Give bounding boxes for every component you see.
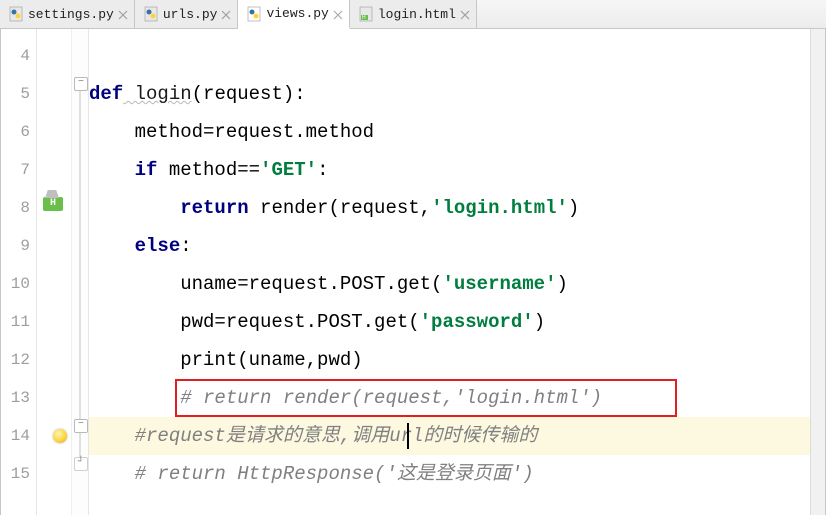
code-line: def login(request): [89,75,825,113]
line-number-gutter: 4 5 6 7 8 9 10 11 12 13 14 15 [1,29,37,515]
tab-settings[interactable]: settings.py [0,0,135,28]
line-number: 4 [1,37,36,75]
code-editor[interactable]: 4 5 6 7 8 9 10 11 12 13 14 15 H − − ┘ de… [0,29,826,515]
code-line: else: [89,227,825,265]
python-file-icon [8,6,24,22]
line-number: 15 [1,455,36,493]
html-file-icon: H [358,6,374,22]
line-number: 10 [1,265,36,303]
code-line-current: #request是请求的意思,调用url的时候传输的 [89,417,825,455]
line-number: 13 [1,379,36,417]
tab-bar: settings.py urls.py views.py H login.htm… [0,0,826,29]
close-icon[interactable] [118,9,128,19]
svg-text:H: H [362,15,366,21]
tab-label: views.py [266,6,328,21]
intention-bulb-icon[interactable] [53,429,67,443]
code-line: uname=request.POST.get('username') [89,265,825,303]
tab-login-html[interactable]: H login.html [350,0,477,28]
line-number: 9 [1,227,36,265]
fold-column: − − ┘ [72,29,89,515]
tab-label: settings.py [28,7,114,22]
fold-toggle-icon[interactable]: − [74,419,88,433]
tab-label: urls.py [163,7,218,22]
code-line: # return HttpResponse('这是登录页面') [89,455,825,493]
line-number: 11 [1,303,36,341]
line-number: 7 [1,151,36,189]
python-file-icon [246,6,262,22]
code-area[interactable]: def login(request): method=request.metho… [89,29,825,515]
line-number: 14 [1,417,36,455]
tab-urls[interactable]: urls.py [135,0,239,28]
line-number: 12 [1,341,36,379]
close-icon[interactable] [221,9,231,19]
code-line: pwd=request.POST.get('password') [89,303,825,341]
close-icon[interactable] [333,9,343,19]
html-reference-icon: H [43,197,63,211]
fold-toggle-icon[interactable]: − [74,77,88,91]
marker-column: H [37,29,72,515]
line-number: 5 [1,75,36,113]
code-line: if method=='GET': [89,151,825,189]
python-file-icon [143,6,159,22]
scrollbar-vertical[interactable] [810,29,825,515]
line-number: 8 [1,189,36,227]
close-icon[interactable] [460,9,470,19]
text-caret [407,423,409,449]
tab-label: login.html [378,7,456,22]
code-line: method=request.method [89,113,825,151]
code-line: # return render(request,'login.html') [89,379,825,417]
code-line: print(uname,pwd) [89,341,825,379]
tab-views[interactable]: views.py [238,0,349,29]
line-number: 6 [1,113,36,151]
code-line [89,37,825,75]
fold-guide-line [79,91,81,463]
code-line: return render(request,'login.html') [89,189,825,227]
tab-bar-empty-area [477,0,826,28]
fold-end-icon[interactable]: ┘ [74,457,88,471]
